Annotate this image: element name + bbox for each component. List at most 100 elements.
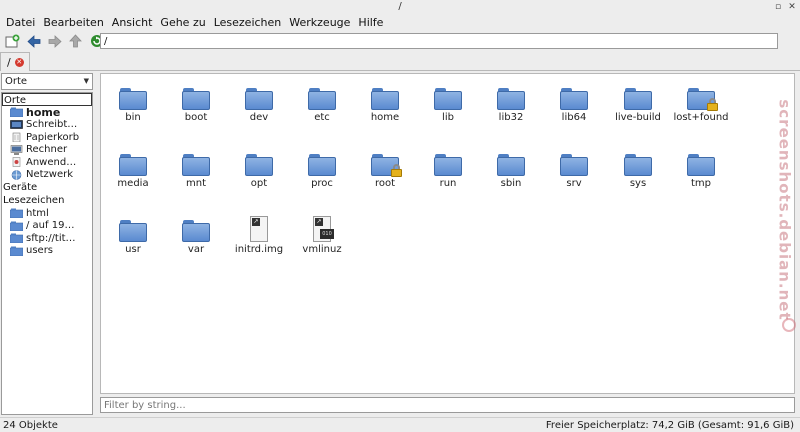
back-button[interactable] <box>25 33 42 50</box>
file-label: srv <box>566 178 582 189</box>
file-item-bin[interactable]: bin <box>101 84 165 123</box>
sidebar-bookmark-html[interactable]: html <box>2 207 92 220</box>
file-label: boot <box>184 112 208 123</box>
file-label: bin <box>125 112 141 123</box>
file-item-lib[interactable]: lib <box>416 84 480 123</box>
arrow-left-icon <box>26 34 40 48</box>
symlink-file-icon: ↗ <box>250 216 268 242</box>
folder-icon <box>10 208 23 219</box>
folder-icon <box>10 221 23 231</box>
menu-ansicht[interactable]: Ansicht <box>108 16 157 29</box>
sidebar-item-desktop[interactable]: Schreibt… <box>2 119 92 132</box>
filter-input[interactable] <box>100 397 795 413</box>
file-label: var <box>187 244 205 255</box>
file-item-tmp[interactable]: tmp <box>669 150 733 189</box>
network-icon <box>11 169 22 180</box>
file-item-lib64[interactable]: lib64 <box>542 84 606 123</box>
sidebar-item-label: Netzwerk <box>26 169 74 181</box>
file-item-opt[interactable]: opt <box>227 150 291 189</box>
file-item-lost-found[interactable]: lost+found <box>669 84 733 123</box>
file-item-home[interactable]: home <box>353 84 417 123</box>
folder-icon <box>687 154 715 176</box>
arrow-up-icon <box>69 34 82 48</box>
file-item-mnt[interactable]: mnt <box>164 150 228 189</box>
file-label: lib32 <box>498 112 524 123</box>
file-item-dev[interactable]: dev <box>227 84 291 123</box>
tab-label: / <box>7 55 11 69</box>
file-item-sys[interactable]: sys <box>606 150 670 189</box>
sidebar-mode-select[interactable]: Orte ▼ <box>1 73 93 90</box>
up-button[interactable] <box>67 33 84 50</box>
menu-bearbeiten[interactable]: Bearbeiten <box>39 16 107 29</box>
new-tab-icon <box>5 34 20 48</box>
home-folder-icon <box>10 107 23 118</box>
sidebar-mode-value: Orte <box>5 76 28 87</box>
tab-root[interactable]: / ✕ <box>0 52 30 71</box>
folder-icon <box>119 154 147 176</box>
lock-icon <box>707 98 718 111</box>
sidebar-item-trash[interactable]: Papierkorb <box>2 131 92 144</box>
binary-file-icon: ↗ 010 <box>313 216 334 242</box>
file-item-boot[interactable]: boot <box>164 84 228 123</box>
new-tab-button[interactable] <box>4 33 21 50</box>
menu-werkzeuge[interactable]: Werkzeuge <box>285 16 354 29</box>
file-label: home <box>370 112 400 123</box>
sidebar-bookmark-sftp[interactable]: sftp://tit… <box>2 232 92 245</box>
file-label: run <box>439 178 457 189</box>
desktop-icon <box>10 119 23 129</box>
folder-icon <box>119 220 147 242</box>
sidebar-item-home[interactable]: home <box>2 106 92 119</box>
menu-datei[interactable]: Datei <box>2 16 39 29</box>
file-item-usr[interactable]: usr <box>101 216 165 255</box>
file-label: opt <box>250 178 268 189</box>
file-label: live-build <box>615 112 661 123</box>
file-item-var[interactable]: var <box>164 216 228 255</box>
file-item-initrd-img[interactable]: ↗ initrd.img <box>227 216 291 255</box>
menu-lesezeichen[interactable]: Lesezeichen <box>210 16 286 29</box>
file-item-srv[interactable]: srv <box>542 150 606 189</box>
folder-icon <box>624 88 652 110</box>
sidebar-header-devices: Geräte <box>3 182 38 193</box>
sidebar-bookmark-remote-root[interactable]: / auf 19… <box>2 220 92 233</box>
sidebar-item-label: Anwend… <box>26 156 77 168</box>
sidebar-item-applications[interactable]: Anwend… <box>2 156 92 169</box>
close-tab-icon[interactable]: ✕ <box>14 57 24 67</box>
file-label: mnt <box>186 178 206 189</box>
folder-icon <box>182 154 210 176</box>
file-label: dev <box>249 112 269 123</box>
watermark-text: screenshots.debian.net <box>776 99 795 321</box>
file-item-run[interactable]: run <box>416 150 480 189</box>
file-item-proc[interactable]: proc <box>290 150 354 189</box>
file-item-sbin[interactable]: sbin <box>479 150 543 189</box>
lock-icon <box>391 164 402 177</box>
menu-gehe-zu[interactable]: Gehe zu <box>156 16 209 29</box>
folder-icon <box>245 154 273 176</box>
sidebar-item-label: Rechner <box>26 144 68 156</box>
file-item-lib32[interactable]: lib32 <box>479 84 543 123</box>
debian-logo-icon <box>782 318 796 332</box>
folder-icon <box>182 88 210 110</box>
file-item-vmlinuz[interactable]: ↗ 010 vmlinuz <box>290 216 354 255</box>
sidebar-item-label: Papierkorb <box>26 131 80 143</box>
sidebar-item-label: users <box>26 245 54 257</box>
forward-button[interactable] <box>46 33 63 50</box>
folder-icon <box>497 88 525 110</box>
location-input[interactable] <box>100 33 778 49</box>
sidebar-item-computer[interactable]: Rechner <box>2 144 92 157</box>
folder-icon <box>624 154 652 176</box>
sidebar-bookmark-users[interactable]: users <box>2 245 92 258</box>
file-item-etc[interactable]: etc <box>290 84 354 123</box>
maximize-button[interactable]: ▫ <box>772 1 784 13</box>
file-item-media[interactable]: media <box>101 150 165 189</box>
chevron-down-icon: ▼ <box>83 77 89 85</box>
file-label: lib <box>442 112 454 123</box>
sidebar-item-label: / auf 19… <box>26 220 75 232</box>
sidebar-item-label: Schreibt… <box>26 119 78 131</box>
file-item-live-build[interactable]: live-build <box>606 84 670 123</box>
menu-hilfe[interactable]: Hilfe <box>354 16 387 29</box>
file-item-root[interactable]: root <box>353 150 417 189</box>
sidebar-item-network[interactable]: Netzwerk <box>2 169 92 182</box>
file-label: initrd.img <box>234 244 284 255</box>
close-window-button[interactable]: ✕ <box>786 1 798 13</box>
folder-icon <box>308 88 336 110</box>
